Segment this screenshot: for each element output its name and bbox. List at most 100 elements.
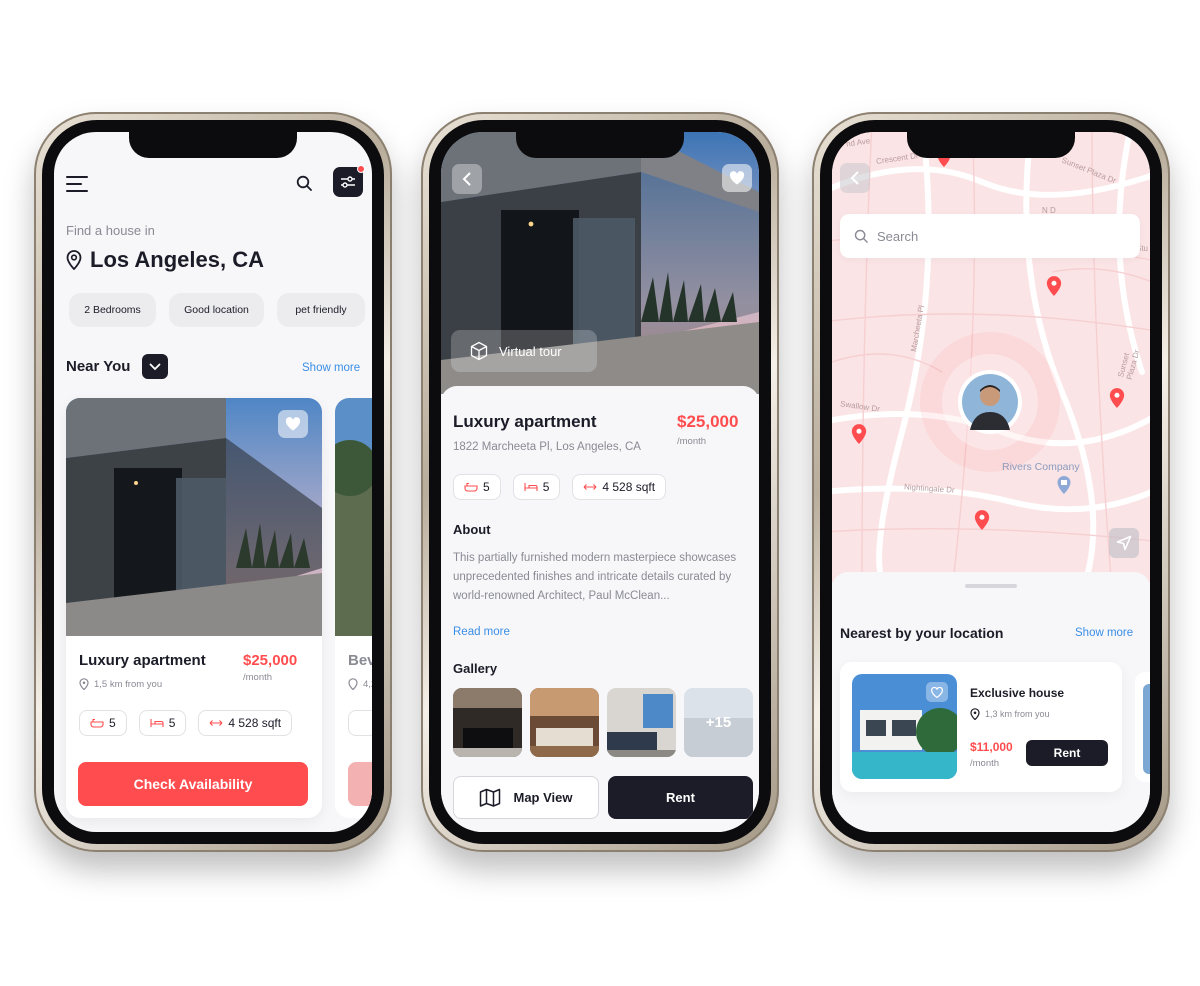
sheet-handle[interactable] — [965, 584, 1017, 588]
property-features: 5 5 4 528 sqft — [453, 474, 667, 500]
show-more-link[interactable]: Show more — [1075, 627, 1133, 639]
find-label: Find a house in — [66, 223, 155, 238]
favorite-button[interactable] — [722, 164, 752, 192]
card-price-period: /month — [970, 758, 1000, 769]
filter-button[interactable] — [333, 165, 365, 197]
area-value: 4 528 sqft — [602, 480, 656, 494]
gallery: +15 — [453, 688, 753, 757]
heart-icon — [931, 686, 943, 698]
feature-baths: 5 — [79, 710, 127, 736]
place-label: Rivers Company — [1002, 461, 1080, 473]
bed-icon — [150, 719, 164, 727]
gallery-image[interactable] — [453, 688, 522, 757]
search-icon[interactable] — [296, 175, 312, 191]
card-price: $25,000 — [243, 652, 298, 669]
about-text: This partially furnished modern masterpi… — [453, 552, 737, 602]
gallery-image[interactable] — [607, 688, 676, 757]
property-card[interactable]: Luxury apartment $25,000 /month 1,5 km f… — [66, 398, 322, 818]
location-pin-icon — [348, 678, 358, 690]
home-screen: Find a house in Los Angeles, CA 2 Bedroo… — [54, 132, 372, 832]
card-price-period: /month — [243, 672, 273, 683]
back-button[interactable] — [452, 164, 482, 194]
check-availability-button[interactable] — [348, 762, 372, 806]
read-more-link[interactable]: Read more — [453, 626, 510, 638]
price-period: /month — [677, 436, 707, 447]
check-availability-button[interactable]: Check Availability — [78, 762, 308, 806]
virtual-tour-label: Virtual tour — [499, 343, 562, 359]
favorite-button[interactable] — [926, 682, 948, 702]
map-pin-icon[interactable] — [1045, 275, 1063, 297]
chip-bedrooms[interactable]: 2 Bedrooms — [69, 293, 156, 327]
property-title: Luxury apartment — [453, 412, 597, 431]
gallery-image[interactable]: +15 — [684, 688, 753, 757]
cube-icon — [470, 341, 488, 361]
card-title: Exclusive house — [970, 686, 1065, 700]
city-name: Los Angeles, CA — [90, 247, 264, 272]
nearby-property-card-peek[interactable] — [1135, 672, 1150, 782]
map-view[interactable]: nd Ave Crescent Dr Sunset Plaza Dr N D M… — [832, 132, 1150, 582]
map-pin-icon[interactable] — [850, 423, 868, 445]
place-marker-icon[interactable] — [1056, 475, 1072, 495]
property-photo — [335, 398, 372, 636]
about-title: About — [453, 522, 491, 537]
area-icon — [583, 484, 597, 490]
notification-dot — [357, 165, 365, 173]
card-distance: 1,5 km from you — [79, 678, 162, 690]
chevron-left-icon — [462, 172, 471, 186]
distance-text: 4,2 — [363, 678, 372, 690]
distance-text: 1,5 km from you — [94, 678, 163, 690]
gallery-more-count: +15 — [684, 688, 753, 757]
rent-button[interactable]: Rent — [608, 776, 753, 819]
phone-home: Find a house in Los Angeles, CA 2 Bedroo… — [34, 112, 392, 852]
phone-detail: Virtual tour Luxury apartment $25,000 /m… — [421, 112, 779, 852]
detail-screen: Virtual tour Luxury apartment $25,000 /m… — [441, 132, 759, 832]
distance-text: 1,3 km from you — [985, 709, 1050, 719]
virtual-tour-button[interactable]: Virtual tour — [451, 330, 597, 372]
locate-me-button[interactable] — [1109, 528, 1139, 558]
search-input[interactable]: Search — [840, 214, 1140, 258]
section-header: Near You — [66, 354, 169, 379]
rent-button[interactable]: Rent — [1026, 740, 1108, 766]
hero-photo: Virtual tour — [441, 132, 759, 394]
card-title: Luxury apartment — [79, 652, 206, 669]
card-distance: 4,2 — [348, 678, 372, 690]
section-title: Nearest by your location — [840, 625, 1004, 641]
baths-value: 5 — [483, 480, 490, 494]
map-roads — [832, 132, 1150, 582]
bathtub-icon — [464, 482, 478, 492]
avatar — [962, 374, 1018, 430]
map-view-button[interactable]: Map View — [453, 776, 599, 819]
nearby-property-card[interactable]: Exclusive house 1,3 km from you $11,000 … — [840, 662, 1122, 792]
property-card-peek[interactable]: Bev 4,2 — [335, 398, 372, 818]
nearby-sheet: Nearest by your location Show more Exclu… — [832, 572, 1150, 832]
map-pin-icon[interactable] — [973, 509, 991, 531]
feature-baths — [348, 710, 372, 736]
map-view-label: Map View — [513, 790, 573, 805]
map-pin-icon[interactable] — [1108, 387, 1126, 409]
baths-value: 5 — [109, 716, 116, 730]
menu-icon[interactable] — [66, 176, 88, 192]
chip-pets[interactable]: pet friendly — [277, 293, 365, 327]
property-address: 1822 Marcheeta Pl, Los Angeles, CA — [453, 441, 641, 453]
feature-area: 4 528 sqft — [198, 710, 293, 736]
chip-location[interactable]: Good location — [169, 293, 264, 327]
chevron-down-icon — [150, 363, 161, 370]
beds-value: 5 — [168, 716, 176, 730]
property-price: $25,000 — [677, 412, 739, 431]
dropdown-button[interactable] — [142, 354, 169, 379]
show-more-link[interactable]: Show more — [302, 362, 360, 374]
gallery-image[interactable] — [530, 688, 599, 757]
bathtub-icon — [90, 718, 104, 728]
feature-baths: 5 — [453, 474, 501, 500]
bed-icon — [524, 483, 538, 491]
map-icon — [480, 788, 501, 807]
phone-notch — [907, 132, 1075, 158]
feature-area: 4 528 sqft — [572, 474, 667, 500]
gallery-title: Gallery — [453, 661, 498, 676]
user-location-avatar[interactable] — [958, 370, 1022, 434]
phone-notch — [516, 132, 684, 158]
back-button[interactable] — [840, 163, 870, 193]
area-icon — [209, 720, 223, 726]
favorite-button[interactable] — [278, 410, 308, 438]
location-title[interactable]: Los Angeles, CA — [66, 247, 264, 273]
